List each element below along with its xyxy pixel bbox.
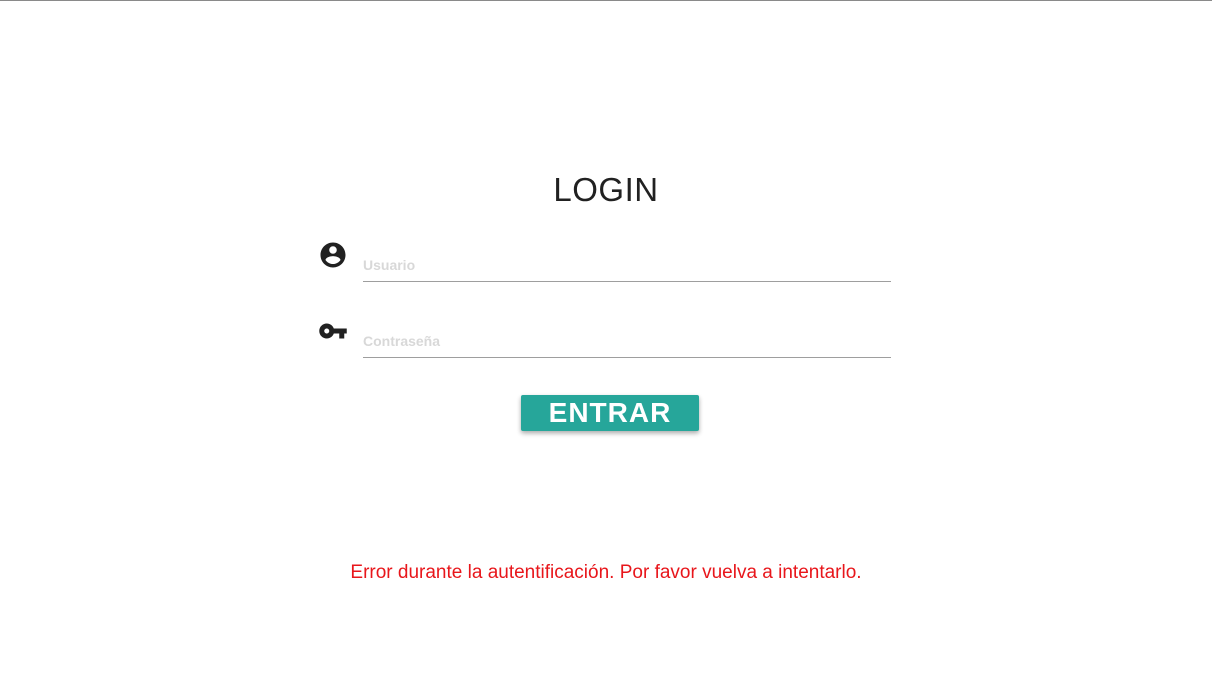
error-message: Error durante la autentificación. Por fa… <box>350 562 862 583</box>
password-row <box>318 312 891 362</box>
key-icon <box>318 316 348 346</box>
account-circle-icon <box>318 240 348 270</box>
login-submit-button[interactable]: ENTRAR <box>521 395 699 431</box>
password-input[interactable] <box>363 324 891 358</box>
username-row <box>318 236 891 286</box>
top-border <box>0 0 1212 1</box>
page-title: LOGIN <box>553 171 659 208</box>
username-input[interactable] <box>363 248 891 282</box>
